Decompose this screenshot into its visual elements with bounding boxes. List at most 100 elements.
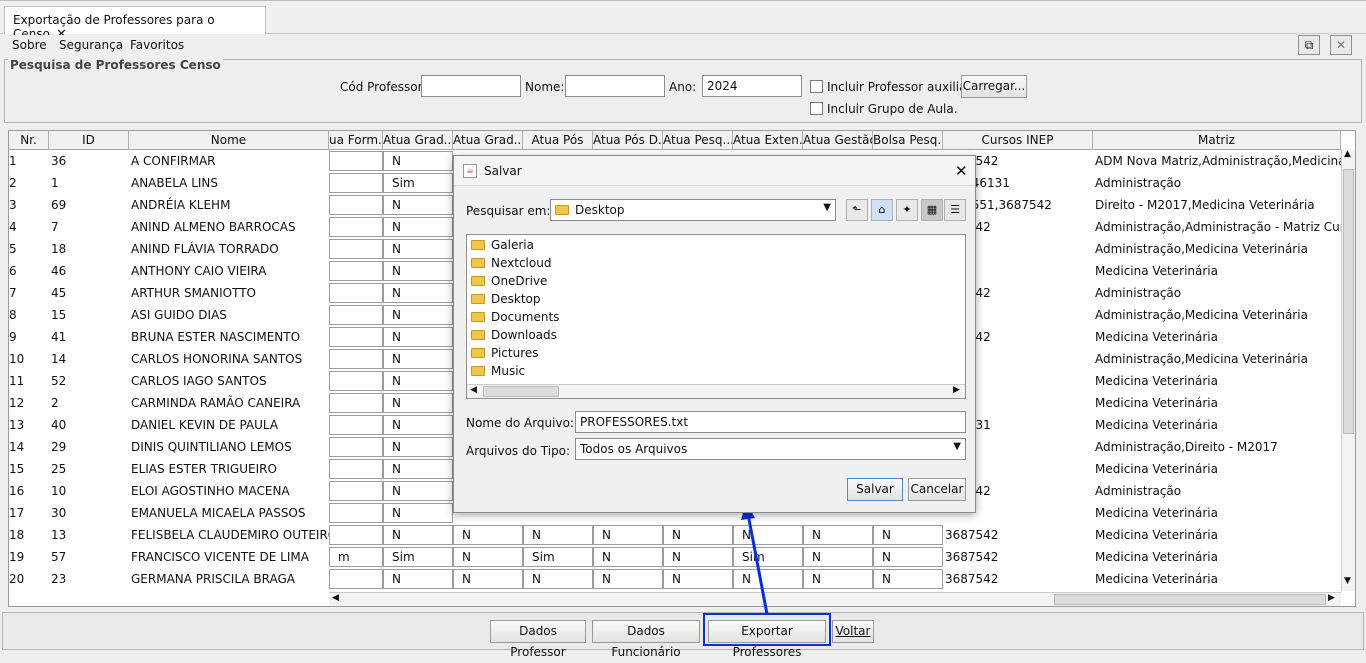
flag-cell[interactable]: N bbox=[873, 569, 943, 589]
flag-cell[interactable] bbox=[329, 481, 383, 501]
table-cell[interactable]: 29 bbox=[49, 436, 129, 458]
salvar-button[interactable]: Salvar bbox=[847, 478, 903, 501]
column-header[interactable]: Atua Grad... bbox=[453, 131, 523, 150]
file-item[interactable]: Galeria bbox=[471, 236, 534, 254]
cancelar-button[interactable]: Cancelar bbox=[908, 478, 966, 501]
incluir-auxiliar-checkbox[interactable] bbox=[810, 80, 823, 93]
flag-cell[interactable]: N bbox=[383, 327, 453, 347]
dados-funcionario-button[interactable]: Dados Funcionário bbox=[592, 620, 700, 659]
table-cell[interactable]: Medicina Veterinária bbox=[1093, 568, 1341, 590]
table-cell[interactable]: 7 bbox=[49, 216, 129, 238]
table-cell[interactable]: 3687542 bbox=[943, 524, 1093, 546]
flag-cell[interactable]: Sim bbox=[523, 547, 593, 567]
table-cell[interactable]: 11 bbox=[9, 370, 49, 392]
flag-cell[interactable] bbox=[329, 217, 383, 237]
table-cell[interactable]: ADM Nova Matriz,Administração,Medicina V… bbox=[1093, 150, 1341, 172]
table-cell[interactable]: Administração bbox=[1093, 480, 1341, 502]
table-cell[interactable]: ARTHUR SMANIOTTO bbox=[129, 282, 329, 304]
menu-favoritos[interactable]: Favoritos bbox=[130, 38, 184, 52]
cod-professor-input[interactable] bbox=[421, 75, 521, 97]
file-item[interactable]: OneDrive bbox=[471, 272, 547, 290]
flag-cell[interactable] bbox=[329, 415, 383, 435]
table-cell[interactable]: Medicina Veterinária bbox=[1093, 546, 1341, 568]
tab-exportacao[interactable]: Exportação de Professores para o Censo✕ bbox=[4, 6, 266, 42]
scroll-thumb[interactable] bbox=[1343, 169, 1354, 434]
table-cell[interactable]: A CONFIRMAR bbox=[129, 150, 329, 172]
ano-input[interactable]: 2024 bbox=[702, 75, 802, 97]
table-cell[interactable]: EMANUELA MICAELA PASSOS bbox=[129, 502, 329, 524]
table-cell[interactable]: Medicina Veterinária bbox=[1093, 524, 1341, 546]
table-cell[interactable]: 14 bbox=[9, 436, 49, 458]
flag-cell[interactable]: N bbox=[383, 371, 453, 391]
table-cell[interactable]: 13 bbox=[9, 414, 49, 436]
column-header[interactable]: Bolsa Pesq... bbox=[873, 131, 943, 150]
table-cell[interactable]: 41 bbox=[49, 326, 129, 348]
table-cell[interactable]: 20 bbox=[9, 568, 49, 590]
column-header[interactable]: Atua Gestão bbox=[803, 131, 873, 150]
flag-cell[interactable] bbox=[329, 393, 383, 413]
table-horizontal-scrollbar[interactable]: ◀ ▶ bbox=[329, 592, 1341, 606]
flag-cell[interactable]: N bbox=[383, 217, 453, 237]
file-item[interactable]: Documents bbox=[471, 308, 559, 326]
table-cell[interactable]: Medicina Veterinária bbox=[1093, 414, 1341, 436]
home-icon[interactable]: ⌂ bbox=[871, 199, 893, 221]
table-cell[interactable]: Medicina Veterinária bbox=[1093, 370, 1341, 392]
file-item[interactable]: Pictures bbox=[471, 344, 539, 362]
table-cell[interactable]: 3687542 bbox=[943, 546, 1093, 568]
close-window-icon[interactable]: ✕ bbox=[1330, 35, 1352, 55]
flag-cell[interactable]: N bbox=[803, 525, 873, 545]
table-cell[interactable]: Administração,Medicina Veterinária bbox=[1093, 304, 1341, 326]
menu-seguranca[interactable]: Segurança bbox=[59, 38, 123, 52]
voltar-button[interactable]: Voltar bbox=[832, 620, 874, 643]
flag-cell[interactable]: N bbox=[453, 569, 523, 589]
table-cell[interactable]: 2 bbox=[49, 392, 129, 414]
flag-cell[interactable]: N bbox=[593, 547, 663, 567]
column-header[interactable]: Atua Exten... bbox=[733, 131, 803, 150]
flag-cell[interactable] bbox=[329, 569, 383, 589]
table-cell[interactable]: 2 bbox=[9, 172, 49, 194]
table-cell[interactable]: 57 bbox=[49, 546, 129, 568]
table-cell[interactable]: Administração bbox=[1093, 282, 1341, 304]
table-cell[interactable]: 7 bbox=[9, 282, 49, 304]
flag-cell[interactable] bbox=[329, 459, 383, 479]
filename-input[interactable]: PROFESSORES.txt bbox=[575, 411, 966, 433]
file-item[interactable]: Desktop bbox=[471, 290, 541, 308]
file-list-hscroll-thumb[interactable] bbox=[483, 386, 559, 397]
flag-cell[interactable]: N bbox=[383, 283, 453, 303]
table-cell[interactable]: DINIS QUINTILIANO LEMOS bbox=[129, 436, 329, 458]
table-cell[interactable]: 17 bbox=[9, 502, 49, 524]
column-header[interactable]: Nome bbox=[129, 131, 329, 150]
flag-cell[interactable]: N bbox=[383, 393, 453, 413]
table-cell[interactable]: CARMINDA RAMÃO CANEIRA bbox=[129, 392, 329, 414]
file-list-hscroll[interactable]: ◀ ▶ bbox=[467, 384, 965, 398]
flag-cell[interactable]: N bbox=[873, 547, 943, 567]
flag-cell[interactable] bbox=[329, 327, 383, 347]
table-cell[interactable]: 15 bbox=[9, 458, 49, 480]
table-cell[interactable]: ANABELA LINS bbox=[129, 172, 329, 194]
flag-cell[interactable] bbox=[329, 173, 383, 193]
hscroll-thumb[interactable] bbox=[1054, 594, 1326, 605]
table-cell[interactable]: Medicina Veterinária bbox=[1093, 458, 1341, 480]
flag-cell[interactable] bbox=[329, 151, 383, 171]
table-cell[interactable]: 69 bbox=[49, 194, 129, 216]
table-row[interactable]: 19 57 FRANCISCO VICENTE DE LIMA m Sim N Sim N N S… bbox=[9, 546, 1341, 568]
column-header[interactable]: Atua Pós bbox=[523, 131, 593, 150]
table-cell[interactable]: FELISBELA CLAUDEMIRO OUTEIRO bbox=[129, 524, 329, 546]
table-cell[interactable]: ASI GUIDO DIAS bbox=[129, 304, 329, 326]
up-folder-icon[interactable]: ⬑ bbox=[846, 199, 868, 221]
table-cell[interactable]: 12 bbox=[9, 392, 49, 414]
table-cell[interactable]: 6 bbox=[9, 260, 49, 282]
table-cell[interactable]: Direito - M2017,Medicina Veterinária bbox=[1093, 194, 1341, 216]
scroll-left-icon[interactable]: ◀ bbox=[332, 593, 339, 603]
table-cell[interactable]: 45 bbox=[49, 282, 129, 304]
flag-cell[interactable]: m bbox=[329, 547, 383, 567]
table-cell[interactable]: 40 bbox=[49, 414, 129, 436]
table-cell[interactable]: ANIND FLÁVIA TORRADO bbox=[129, 238, 329, 260]
new-folder-icon[interactable]: ✦ bbox=[896, 199, 918, 221]
table-cell[interactable]: 3 bbox=[9, 194, 49, 216]
flag-cell[interactable] bbox=[329, 283, 383, 303]
scroll-right-icon[interactable]: ▶ bbox=[953, 385, 960, 395]
table-cell[interactable]: ELOI AGOSTINHO MACENA bbox=[129, 480, 329, 502]
table-cell[interactable]: 25 bbox=[49, 458, 129, 480]
flag-cell[interactable]: N bbox=[383, 525, 453, 545]
